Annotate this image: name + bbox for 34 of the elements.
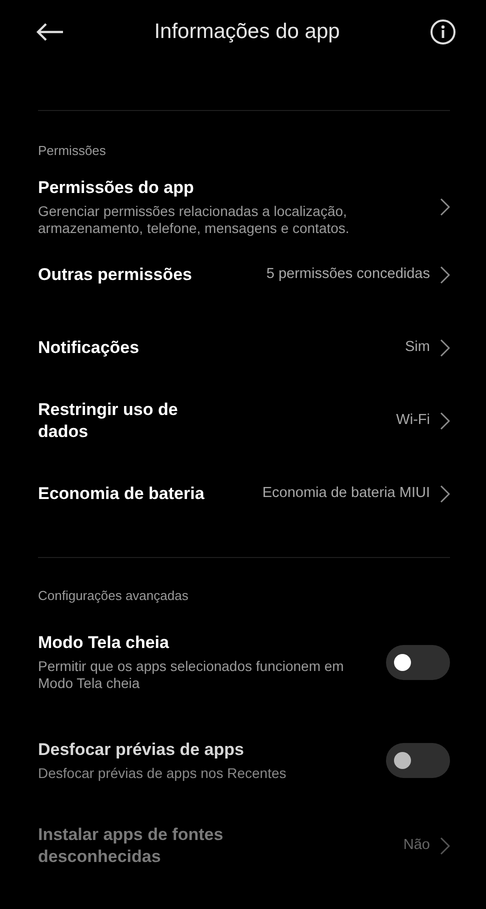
setting-title: Restringir uso de dados: [38, 399, 179, 443]
chevron-icon: [440, 485, 450, 503]
setting-value: Não: [403, 836, 430, 855]
back-icon[interactable]: [36, 23, 64, 41]
chevron-icon: [440, 836, 450, 854]
setting-value: Sim: [405, 338, 430, 358]
setting-title: Economia de bateria: [38, 483, 206, 505]
section-label: Configurações avançadas: [37, 586, 190, 605]
toggle-switch[interactable]: [386, 644, 450, 680]
settings-row[interactable]: Economia de bateria Economia de bateria MIUI: [0, 458, 486, 530]
setting-description: Permitir que os apps selecionados funcionem em Modo Tela cheia: [38, 658, 345, 692]
settings-row[interactable]: Notificações Sim: [0, 312, 486, 384]
settings-row[interactable]: Restringir uso de dados Wi-Fi: [0, 384, 486, 458]
settings-row[interactable]: Outras permissões 5 permissões concedidas: [0, 238, 486, 312]
settings-row[interactable]: Permissões do app Gerenciar permissões relacionadas a localização, armazenamento, telefone, mensagens e contatos.: [0, 174, 486, 238]
info-icon[interactable]: [430, 19, 456, 45]
setting-title: Permissões do app: [38, 176, 195, 198]
setting-description: Gerenciar permissões relacionadas a localização, armazenamento, telefone, mensagens e contatos.: [38, 202, 350, 236]
setting-title: Modo Tela cheia: [38, 632, 170, 654]
setting-description: Desfocar prévias de apps nos Recentes: [38, 764, 288, 782]
setting-title: Instalar apps de fontes desconhecidas: [38, 824, 224, 868]
setting-title: Outras permissões: [38, 264, 194, 286]
chevron-icon: [440, 412, 450, 430]
setting-value: Economia de bateria MIUI: [262, 484, 430, 504]
chevron-icon: [440, 339, 450, 357]
chevron-icon: [440, 266, 450, 284]
chevron-icon: [440, 198, 450, 216]
setting-value: 5 permissões concedidas: [266, 265, 430, 284]
setting-value: Wi-Fi: [396, 411, 430, 430]
section-label: Permissões: [37, 142, 107, 160]
settings-row[interactable]: Modo Tela cheia Permitir que os apps selecionados funcionem em Modo Tela cheia: [0, 613, 486, 711]
page-title: Informações do app: [154, 19, 340, 46]
setting-title: Notificações: [38, 337, 140, 359]
setting-title: Desfocar prévias de apps: [38, 738, 245, 760]
